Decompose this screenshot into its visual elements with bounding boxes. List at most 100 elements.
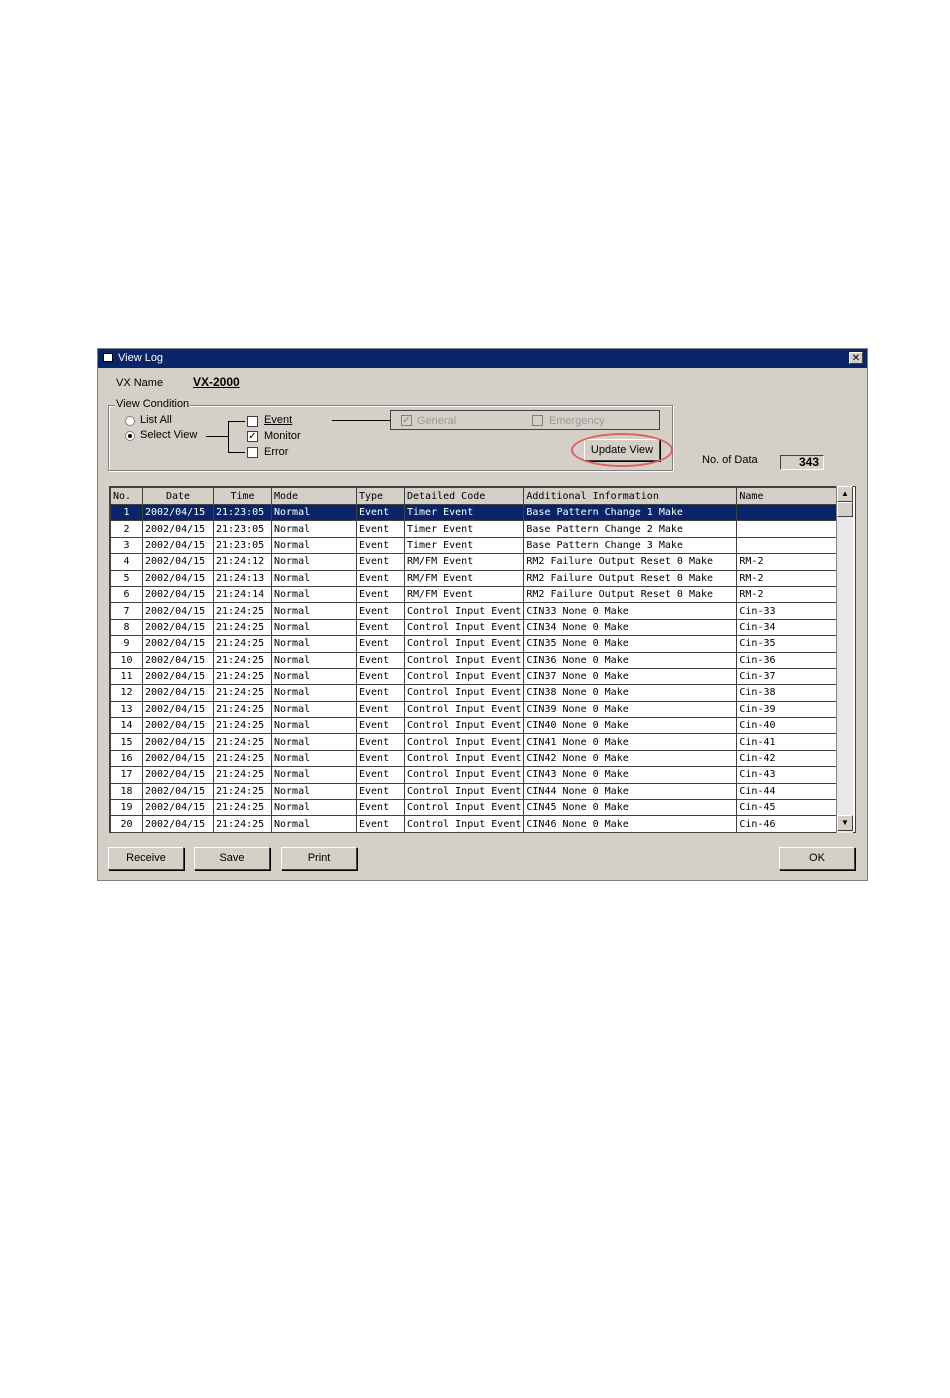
table-cell: Control Input Event xyxy=(403,717,525,735)
column-header[interactable]: Time xyxy=(213,487,272,505)
table-row[interactable]: 7 2002/04/15 21:24:25 Normal Event Control In… xyxy=(110,602,844,620)
table-cell: Event xyxy=(356,536,405,555)
table-cell: RM/FM Event xyxy=(403,585,525,604)
scroll-up-arrow-icon[interactable]: ▲ xyxy=(837,486,853,502)
table-cell: RM-2 xyxy=(736,585,844,604)
table-cell: 7 xyxy=(110,602,143,620)
table-cell: 21:24:25 xyxy=(213,733,272,751)
vx-name-label: VX Name xyxy=(116,377,164,389)
table-cell: 2002/04/15 xyxy=(142,569,214,587)
vertical-scrollbar[interactable]: ▲ ▼ xyxy=(836,486,853,833)
table-row[interactable]: 15 2002/04/15 21:24:25 Normal Event Control I… xyxy=(110,733,844,751)
table-row[interactable]: 5 2002/04/15 21:24:13 Normal Event RM/FM Even… xyxy=(110,569,844,587)
receive-button[interactable]: Receive xyxy=(108,847,184,870)
table-cell: Normal xyxy=(271,503,357,522)
list-all-radio[interactable] xyxy=(125,416,135,426)
table-cell: Normal xyxy=(271,585,357,604)
table-cell: Cin-36 xyxy=(736,651,844,669)
print-button[interactable]: Print xyxy=(281,847,357,870)
table-cell: 2002/04/15 xyxy=(142,749,214,768)
table-cell: 2002/04/15 xyxy=(142,733,214,751)
event-checkbox[interactable] xyxy=(247,416,258,427)
table-cell: Event xyxy=(356,766,405,784)
error-checkbox[interactable] xyxy=(247,447,258,458)
table-cell: 21:24:12 xyxy=(213,553,272,571)
table-cell: CIN33 None 0 Make xyxy=(523,602,738,620)
table-body: 1 2002/04/15 21:23:05 Normal Event Timer Even… xyxy=(110,503,844,832)
table-cell: Normal xyxy=(271,553,357,571)
scroll-down-arrow-icon[interactable]: ▼ xyxy=(837,815,853,831)
table-cell: Normal xyxy=(271,667,357,686)
table-row[interactable]: 4 2002/04/15 21:24:12 Normal Event RM/FM Even… xyxy=(110,553,844,571)
table-cell: Control Input Event xyxy=(403,799,525,817)
select-view-radio[interactable] xyxy=(125,431,135,441)
table-cell: CIN38 None 0 Make xyxy=(523,684,738,702)
table-cell: Event xyxy=(356,667,405,686)
table-cell: Event xyxy=(356,749,405,768)
column-header[interactable]: Name xyxy=(736,487,844,505)
table-row[interactable]: 11 2002/04/15 21:24:25 Normal Event Control I… xyxy=(110,667,844,686)
table-row[interactable]: 16 2002/04/15 21:24:25 Normal Event Control I… xyxy=(110,749,844,768)
table-cell: 13 xyxy=(110,700,143,719)
table-cell: Timer Event xyxy=(403,503,525,522)
table-cell: 2002/04/15 xyxy=(142,618,214,637)
table-row[interactable]: 8 2002/04/15 21:24:25 Normal Event Control In… xyxy=(110,618,844,637)
table-row[interactable]: 14 2002/04/15 21:24:25 Normal Event Control I… xyxy=(110,717,844,735)
column-header[interactable]: Detailed Code xyxy=(403,487,525,505)
monitor-label: Monitor xyxy=(264,430,301,442)
table-cell: Normal xyxy=(271,569,357,587)
table-cell xyxy=(736,520,844,538)
general-checkbox[interactable]: ✓ xyxy=(401,415,412,426)
table-cell: RM-2 xyxy=(736,553,844,571)
table-cell: 2002/04/15 xyxy=(142,766,214,784)
column-header[interactable]: Additional Information xyxy=(523,487,738,505)
column-header[interactable]: Mode xyxy=(271,487,357,505)
table-cell: 21:24:25 xyxy=(213,667,272,686)
connector-line xyxy=(332,420,390,421)
title-bar[interactable]: View Log ✕ xyxy=(98,349,867,368)
table-cell: Cin-40 xyxy=(736,717,844,735)
log-table-grid: No. Date Time Mode Type Detailed Code Addition… xyxy=(110,487,844,832)
table-cell: 2002/04/15 xyxy=(142,520,214,538)
table-row[interactable]: 3 2002/04/15 21:23:05 Normal Event Timer Even… xyxy=(110,536,844,555)
column-header[interactable]: Type xyxy=(356,487,405,505)
table-cell: Event xyxy=(356,733,405,751)
table-cell: Timer Event xyxy=(403,520,525,538)
table-cell: Base Pattern Change 1 Make xyxy=(523,503,738,522)
table-cell: Normal xyxy=(271,717,357,735)
table-row[interactable]: 2 2002/04/15 21:23:05 Normal Event Timer Even… xyxy=(110,520,844,538)
table-row[interactable]: 18 2002/04/15 21:24:25 Normal Event Control I… xyxy=(110,782,844,801)
scroll-thumb[interactable] xyxy=(837,502,853,517)
table-header-row: No. Date Time Mode Type Detailed Code Addition… xyxy=(110,487,844,505)
emergency-checkbox[interactable] xyxy=(532,415,543,426)
table-row[interactable]: 9 2002/04/15 21:24:25 Normal Event Control In… xyxy=(110,635,844,653)
table-cell: Cin-41 xyxy=(736,733,844,751)
table-cell: Normal xyxy=(271,520,357,538)
table-cell: RM/FM Event xyxy=(403,553,525,571)
select-view-label: Select View xyxy=(140,429,198,441)
table-row[interactable]: 10 2002/04/15 21:24:25 Normal Event Control I… xyxy=(110,651,844,669)
table-cell: 2002/04/15 xyxy=(142,602,214,620)
column-header[interactable]: No. xyxy=(110,487,143,505)
table-row[interactable]: 20 2002/04/15 21:24:25 Normal Event Control I… xyxy=(110,815,844,832)
table-cell: Normal xyxy=(271,815,357,832)
column-header[interactable]: Date xyxy=(142,487,214,505)
save-button[interactable]: Save xyxy=(194,847,270,870)
table-cell: Event xyxy=(356,618,405,637)
table-row[interactable]: 13 2002/04/15 21:24:25 Normal Event Control I… xyxy=(110,700,844,719)
table-row[interactable]: 1 2002/04/15 21:23:05 Normal Event Timer Even… xyxy=(110,503,844,522)
ok-button[interactable]: OK xyxy=(779,847,855,870)
table-row[interactable]: 17 2002/04/15 21:24:25 Normal Event Control I… xyxy=(110,766,844,784)
log-table[interactable]: No. Date Time Mode Type Detailed Code Addition… xyxy=(109,486,856,833)
table-row[interactable]: 12 2002/04/15 21:24:25 Normal Event Control I… xyxy=(110,684,844,702)
table-row[interactable]: 6 2002/04/15 21:24:14 Normal Event RM/FM Even… xyxy=(110,585,844,604)
table-cell: 8 xyxy=(110,618,143,637)
table-row[interactable]: 19 2002/04/15 21:24:25 Normal Event Control I… xyxy=(110,799,844,817)
table-cell: Cin-34 xyxy=(736,618,844,637)
close-button[interactable]: ✕ xyxy=(849,352,863,364)
vx-name-value: VX-2000 xyxy=(193,375,240,389)
monitor-checkbox[interactable]: ✓ xyxy=(247,431,258,442)
table-cell: CIN44 None 0 Make xyxy=(523,782,738,801)
table-cell: CIN34 None 0 Make xyxy=(523,618,738,637)
event-label: Event xyxy=(264,414,293,426)
